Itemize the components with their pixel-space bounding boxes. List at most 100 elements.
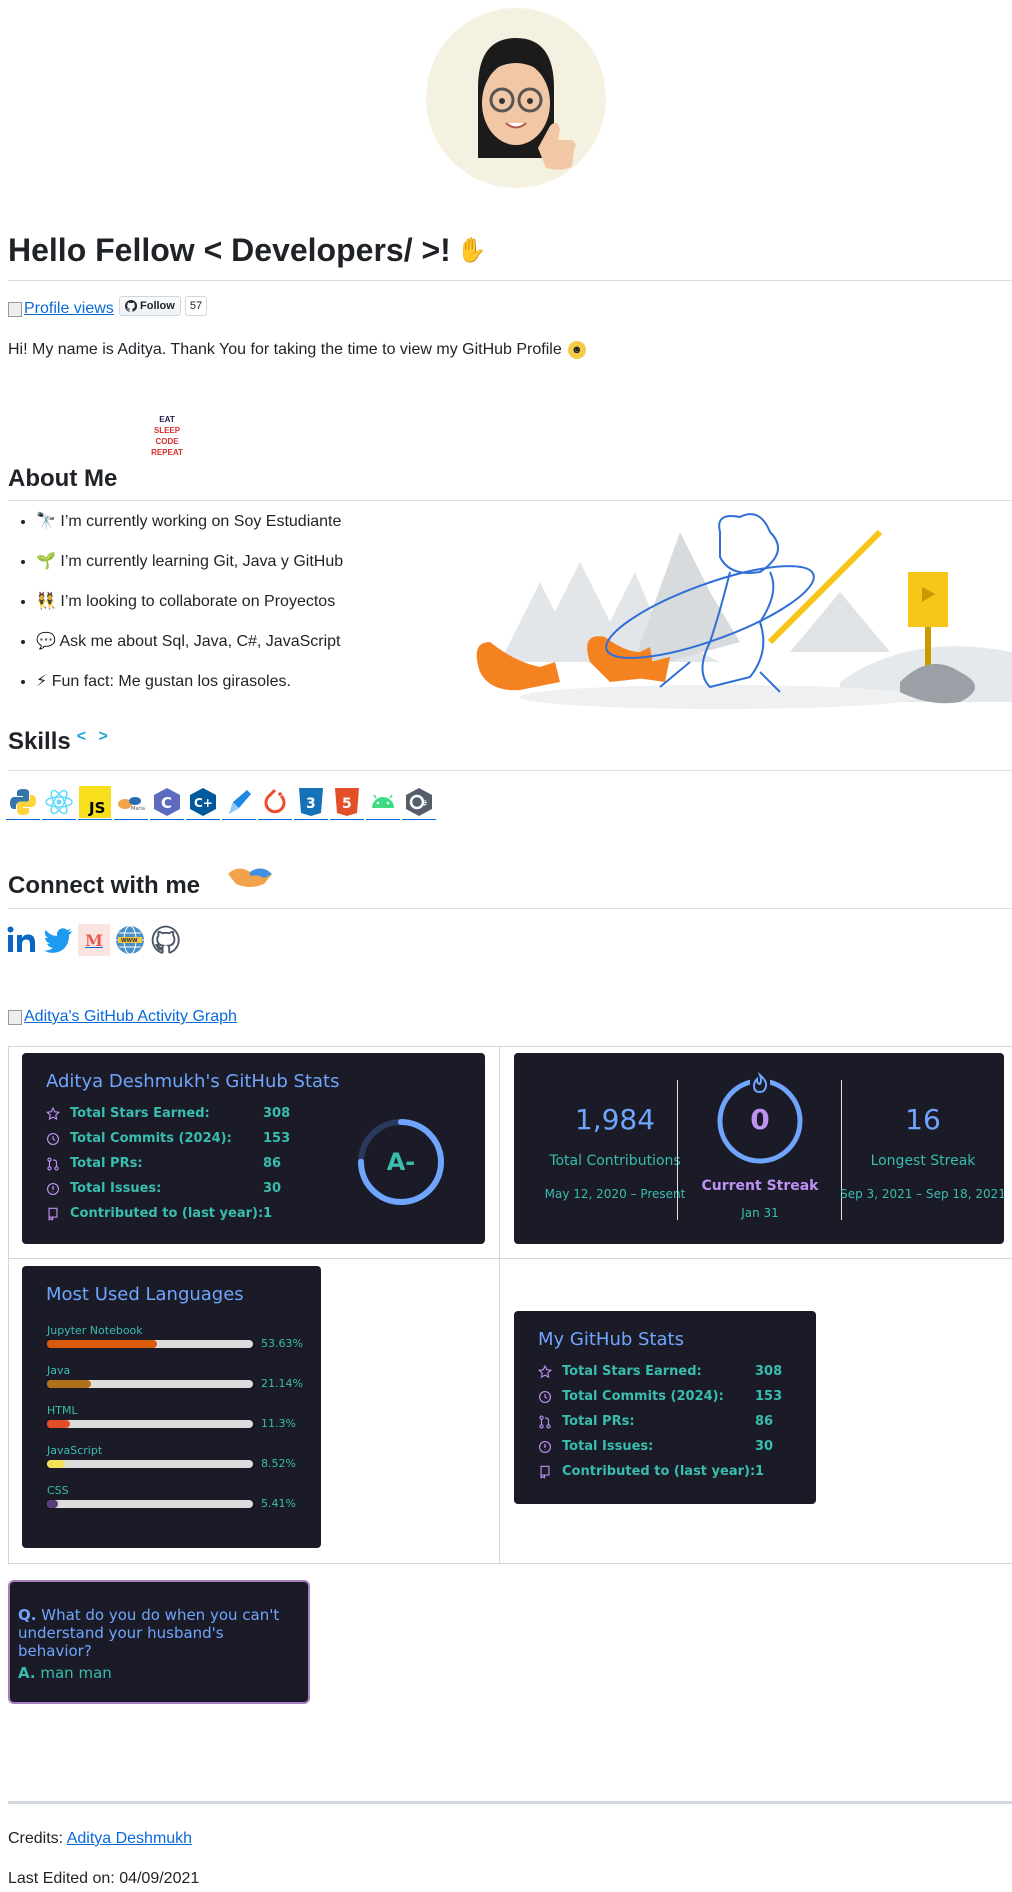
connect-divider	[8, 908, 1012, 909]
react-icon[interactable]	[42, 785, 76, 820]
joke-card: Q. What do you do when you can't underst…	[8, 1580, 310, 1704]
stat-row-prs: Total PRs:	[46, 1156, 143, 1171]
sleep-label: SLEEP	[153, 426, 181, 435]
table-divider	[8, 1258, 1012, 1259]
follow-button[interactable]: Follow	[119, 295, 181, 316]
page-title: Hello Fellow < Developers/ >! ✋	[8, 232, 487, 269]
python-icon[interactable]	[6, 785, 40, 820]
cplusplus-icon[interactable]: C+	[186, 785, 220, 820]
list-item: ⚡ Fun fact: Me gustan los girasoles.	[36, 673, 343, 691]
skills-icons: JS Maria C C+ 3 5 #	[6, 785, 436, 820]
github-follow-badge[interactable]: Follow 57	[119, 295, 208, 316]
stat-value: 86	[263, 1156, 282, 1171]
about-item-text: Ask me about Sql, Java, C#, JavaScript	[59, 633, 341, 650]
repo-icon	[46, 1207, 60, 1221]
android-icon[interactable]	[366, 785, 400, 820]
activity-graph-link[interactable]: Aditya's GitHub Activity Graph	[24, 1008, 237, 1026]
pen-icon[interactable]	[222, 785, 256, 820]
medium-icon[interactable]: M	[78, 924, 110, 956]
streak-stats-card: 1,984 Total Contributions May 12, 2020 –…	[514, 1053, 1006, 1244]
language-bar-fill	[47, 1500, 59, 1508]
issue-icon	[46, 1182, 60, 1196]
joke-question: Q. What do you do when you can't underst…	[18, 1606, 298, 1660]
waving-hand-icon: ✋	[456, 237, 487, 264]
about-item-text: Fun fact: Me gustan los girasoles.	[51, 673, 291, 690]
eat-sleep-code-repeat-image: EAT SLEEP CODE REPEAT	[146, 414, 188, 458]
stat-label: Total Issues:	[562, 1439, 654, 1454]
language-bar	[47, 1340, 253, 1348]
code-label: CODE	[155, 437, 179, 446]
pull-request-icon	[46, 1156, 60, 1171]
about-list: 🔭 I’m currently working on Soy Estudiant…	[8, 513, 343, 713]
issue-icon	[538, 1440, 552, 1454]
about-divider	[8, 500, 1012, 501]
language-bar	[47, 1460, 253, 1468]
stat-label: Total Stars Earned:	[70, 1106, 210, 1121]
stat-row-prs: Total PRs:	[538, 1414, 635, 1429]
total-contributions-label: Total Contributions	[549, 1153, 681, 1169]
javascript-icon[interactable]: JS	[78, 785, 112, 820]
joke-answer: A. man man	[18, 1664, 112, 1682]
svg-text:C+: C+	[194, 796, 213, 810]
follow-label: Follow	[140, 299, 175, 312]
about-item-text: I’m currently learning Git, Java y GitHu…	[60, 553, 344, 570]
website-icon[interactable]: WWW	[114, 924, 146, 956]
language-name: Jupyter Notebook	[47, 1324, 143, 1337]
stat-label: Total Issues:	[70, 1181, 162, 1196]
question-text: What do you do when you can't understand…	[18, 1606, 280, 1660]
connect-heading: Connect with me	[8, 872, 201, 899]
credits-link[interactable]: Aditya Deshmukh	[67, 1830, 192, 1847]
languages-card: Most Used Languages Jupyter Notebook 53.6…	[22, 1266, 321, 1548]
profile-views-badge[interactable]: Profile views	[8, 300, 114, 318]
css3-icon[interactable]: 3	[294, 785, 328, 820]
github-icon[interactable]	[150, 924, 182, 956]
intro-text: Hi! My name is Aditya. Thank You for tak…	[8, 341, 562, 358]
mariadb-icon[interactable]: Maria	[114, 785, 148, 820]
stat-row-issues: Total Issues:	[538, 1439, 653, 1454]
profile-views-link[interactable]: Profile views	[24, 300, 114, 318]
pytorch-icon[interactable]	[258, 785, 292, 820]
language-bar	[47, 1500, 253, 1508]
telescope-icon: 🔭	[36, 513, 56, 530]
language-percent: 53.63%	[261, 1337, 303, 1350]
stats-card-title: Aditya Deshmukh's GitHub Stats	[46, 1071, 340, 1092]
html5-icon[interactable]: 5	[330, 785, 364, 820]
github-icon	[125, 299, 137, 312]
github-stats-card: Aditya Deshmukh's GitHub Stats Total Sta…	[22, 1053, 485, 1244]
svg-text:WWW: WWW	[121, 938, 138, 944]
language-percent: 5.41%	[261, 1497, 296, 1510]
answer-prefix: A.	[18, 1664, 36, 1682]
broken-image-icon	[8, 301, 22, 317]
follow-count: 57	[184, 295, 208, 316]
total-contributions-value: 1,984	[574, 1103, 656, 1136]
c-icon[interactable]: C	[150, 785, 184, 820]
current-streak-value: 0	[750, 1103, 770, 1136]
longest-streak-label: Longest Streak	[870, 1153, 976, 1169]
language-bar-fill	[47, 1340, 158, 1348]
activity-graph-image[interactable]: Aditya's GitHub Activity Graph	[8, 1008, 237, 1026]
stat-label: Contributed to (last year):	[562, 1464, 756, 1479]
skills-heading-row: Skills < >	[8, 728, 112, 756]
stat-label: Contributed to (last year):	[70, 1206, 264, 1221]
stat-value: 30	[755, 1439, 774, 1454]
streak-divider	[677, 1080, 678, 1220]
language-bar-fill	[47, 1420, 71, 1428]
csharp-icon[interactable]: #	[402, 785, 436, 820]
question-prefix: Q.	[18, 1606, 37, 1624]
about-heading: About Me	[8, 465, 118, 492]
language-name: Java	[47, 1364, 71, 1377]
language-bar-fill	[47, 1460, 65, 1468]
grade-text: A-	[386, 1148, 416, 1176]
stat-row-commits: Total Commits (2024):	[46, 1131, 232, 1146]
svg-text:Maria: Maria	[131, 806, 145, 812]
intro-paragraph: Hi! My name is Aditya. Thank You for tak…	[8, 341, 586, 359]
linkedin-icon[interactable]	[6, 924, 38, 956]
eat-label: EAT	[159, 415, 175, 424]
handshake-icon	[224, 860, 276, 892]
twitter-icon[interactable]	[42, 924, 74, 956]
svg-text:5: 5	[342, 796, 352, 812]
lightning-icon: ⚡	[36, 673, 48, 690]
credits-label: Credits:	[8, 1830, 64, 1847]
stat-value: 153	[755, 1389, 783, 1404]
credits-line: Credits: Aditya Deshmukh	[8, 1830, 192, 1848]
